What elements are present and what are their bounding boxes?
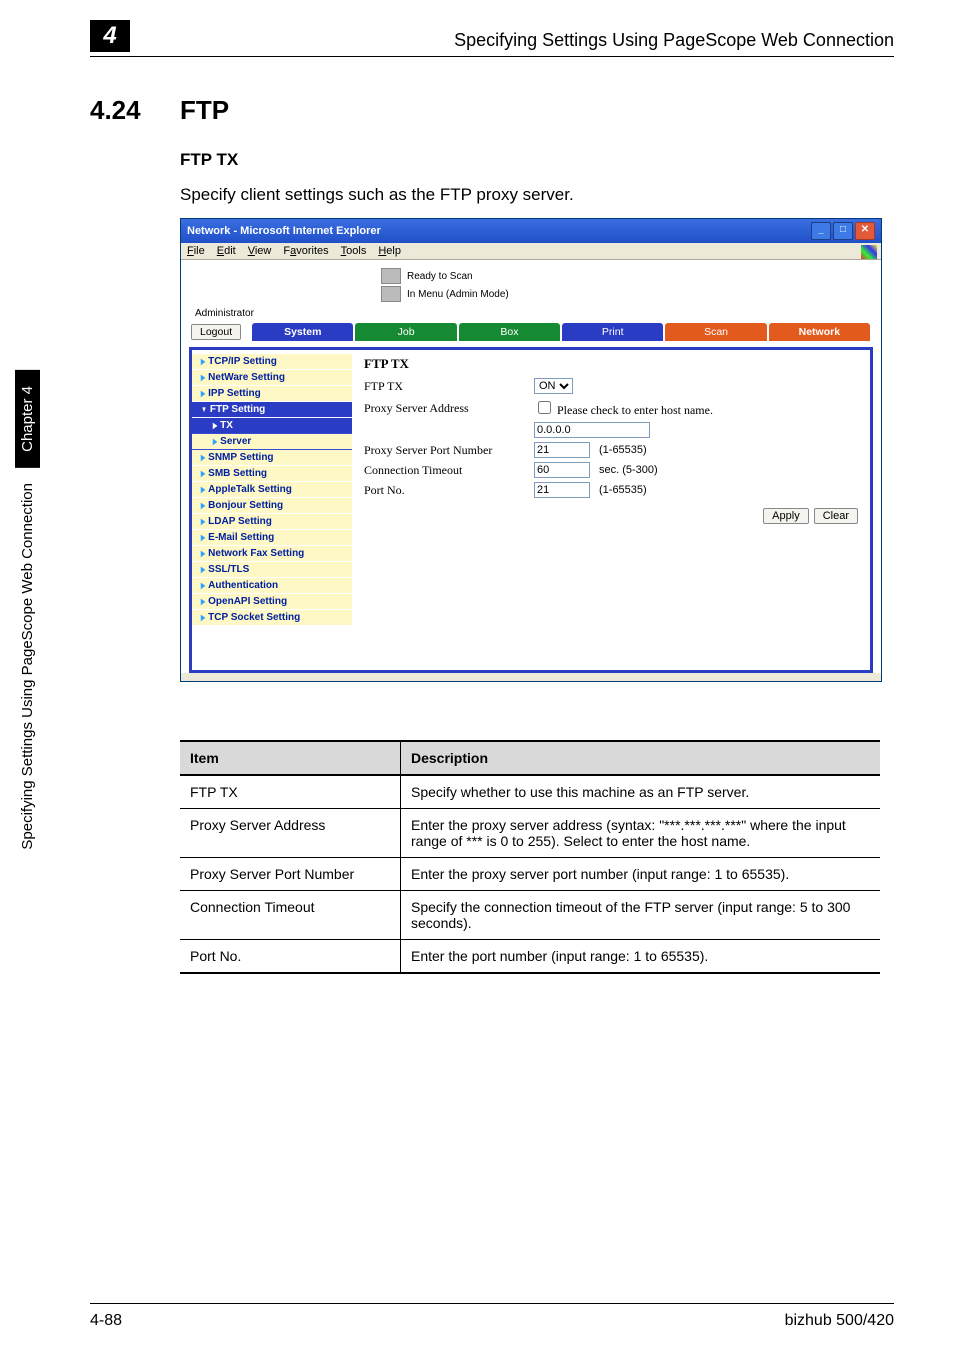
portno-input[interactable] [534, 482, 590, 498]
cell-item: Proxy Server Address [180, 809, 401, 858]
proxyport-input[interactable] [534, 442, 590, 458]
nav-bonjour[interactable]: Bonjour Setting [192, 498, 352, 514]
conntimeout-range: sec. (5-300) [599, 464, 658, 476]
menu-favorites[interactable]: Favorites [283, 245, 328, 257]
menu-edit[interactable]: Edit [217, 245, 236, 257]
tab-system[interactable]: System [252, 323, 353, 341]
cell-desc: Specify whether to use this machine as a… [401, 775, 881, 809]
description-table: Item Description FTP TX Specify whether … [180, 740, 880, 974]
intro-text: Specify client settings such as the FTP … [180, 185, 574, 205]
nav-netfax[interactable]: Network Fax Setting [192, 546, 352, 562]
tab-job[interactable]: Job [355, 323, 456, 341]
proxyport-range: (1-65535) [599, 444, 647, 456]
left-nav: TCP/IP Setting NetWare Setting IPP Setti… [192, 350, 352, 670]
table-row: Proxy Server Address Enter the proxy ser… [180, 809, 880, 858]
sub-heading: FTP TX [180, 150, 238, 170]
hostname-label: Please check to enter host name. [557, 403, 713, 417]
menu-help[interactable]: Help [378, 245, 401, 257]
chapter-header: Specifying Settings Using PageScope Web … [454, 30, 894, 51]
side-vertical: Chapter 4 Specifying Settings Using Page… [12, 370, 42, 930]
minimize-icon[interactable]: _ [811, 222, 831, 240]
nav-tcpip[interactable]: TCP/IP Setting [192, 354, 352, 370]
nav-ipp[interactable]: IPP Setting [192, 386, 352, 402]
nav-netware[interactable]: NetWare Setting [192, 370, 352, 386]
close-icon[interactable]: ✕ [855, 222, 875, 240]
cell-item: FTP TX [180, 775, 401, 809]
mode-icon [381, 286, 401, 302]
table-row: Connection Timeout Specify the connectio… [180, 891, 880, 940]
tab-scan[interactable]: Scan [665, 323, 766, 341]
footer-model: bizhub 500/420 [785, 1312, 894, 1330]
table-row: Port No. Enter the port number (input ra… [180, 940, 880, 974]
nav-snmp[interactable]: SNMP Setting [192, 450, 352, 466]
cell-item: Port No. [180, 940, 401, 974]
nav-smb[interactable]: SMB Setting [192, 466, 352, 482]
proxyaddr-input[interactable] [534, 422, 650, 438]
admin-label: Administrator [181, 302, 881, 319]
scanner-icon [381, 268, 401, 284]
nav-openapi[interactable]: OpenAPI Setting [192, 594, 352, 610]
menu-view[interactable]: View [248, 245, 272, 257]
form-title: FTP TX [364, 356, 858, 372]
maximize-icon[interactable]: □ [833, 222, 853, 240]
tab-network[interactable]: Network [769, 323, 870, 341]
nav-ftp-server[interactable]: Server [192, 434, 352, 450]
status-mode: In Menu (Admin Mode) [407, 289, 509, 300]
cell-desc: Enter the port number (input range: 1 to… [401, 940, 881, 974]
nav-tcpsock[interactable]: TCP Socket Setting [192, 610, 352, 626]
nav-ftp-tx[interactable]: TX [192, 418, 352, 434]
table-row: Proxy Server Port Number Enter the proxy… [180, 858, 880, 891]
ie-logo-icon [861, 245, 877, 259]
menu-file[interactable]: File [187, 245, 205, 257]
browser-menubar: File Edit View Favorites Tools Help [181, 243, 881, 259]
ftptx-select[interactable]: ON [534, 378, 573, 394]
cell-item: Proxy Server Port Number [180, 858, 401, 891]
nav-ssl[interactable]: SSL/TLS [192, 562, 352, 578]
portno-range: (1-65535) [599, 484, 647, 496]
ftptx-label: FTP TX [364, 379, 534, 394]
conntimeout-label: Connection Timeout [364, 463, 534, 478]
th-item: Item [180, 741, 401, 775]
apply-button[interactable]: Apply [763, 508, 809, 524]
logout-button[interactable]: Logout [191, 324, 241, 340]
right-pane: FTP TX FTP TX ON Proxy Server Address [352, 350, 870, 670]
tab-box[interactable]: Box [459, 323, 560, 341]
header-rule [90, 56, 894, 57]
nav-appletalk[interactable]: AppleTalk Setting [192, 482, 352, 498]
browser-window: Network - Microsoft Internet Explorer _ … [180, 218, 882, 682]
browser-body: Ready to Scan In Menu (Admin Mode) Admin… [181, 259, 881, 673]
footer-page: 4-88 [90, 1312, 122, 1330]
side-chapter: Chapter 4 [15, 370, 40, 468]
nav-auth[interactable]: Authentication [192, 578, 352, 594]
main-pane: TCP/IP Setting NetWare Setting IPP Setti… [189, 347, 873, 673]
side-title: Specifying Settings Using PageScope Web … [15, 475, 40, 858]
status-ready: Ready to Scan [407, 271, 473, 282]
conntimeout-input[interactable] [534, 462, 590, 478]
nav-ftp[interactable]: FTP Setting [192, 402, 352, 418]
hostname-checkbox[interactable] [538, 401, 551, 414]
tab-print[interactable]: Print [562, 323, 663, 341]
nav-email[interactable]: E-Mail Setting [192, 530, 352, 546]
cell-desc: Enter the proxy server port number (inpu… [401, 858, 881, 891]
window-titlebar: Network - Microsoft Internet Explorer _ … [181, 219, 881, 243]
proxyport-label: Proxy Server Port Number [364, 443, 534, 458]
table-row: FTP TX Specify whether to use this machi… [180, 775, 880, 809]
chapter-tab: 4 [90, 20, 130, 52]
nav-ldap[interactable]: LDAP Setting [192, 514, 352, 530]
menu-tools[interactable]: Tools [341, 245, 367, 257]
clear-button[interactable]: Clear [814, 508, 858, 524]
cell-desc: Specify the connection timeout of the FT… [401, 891, 881, 940]
proxyaddr-label: Proxy Server Address [364, 401, 534, 416]
section-title: FTP [180, 95, 229, 126]
th-desc: Description [401, 741, 881, 775]
window-title: Network - Microsoft Internet Explorer [187, 225, 381, 237]
cell-item: Connection Timeout [180, 891, 401, 940]
portno-label: Port No. [364, 483, 534, 498]
footer-rule [90, 1303, 894, 1304]
cell-desc: Enter the proxy server address (syntax: … [401, 809, 881, 858]
section-number: 4.24 [90, 95, 141, 126]
tab-bar: Logout System Job Box Print Scan Network [181, 319, 881, 347]
